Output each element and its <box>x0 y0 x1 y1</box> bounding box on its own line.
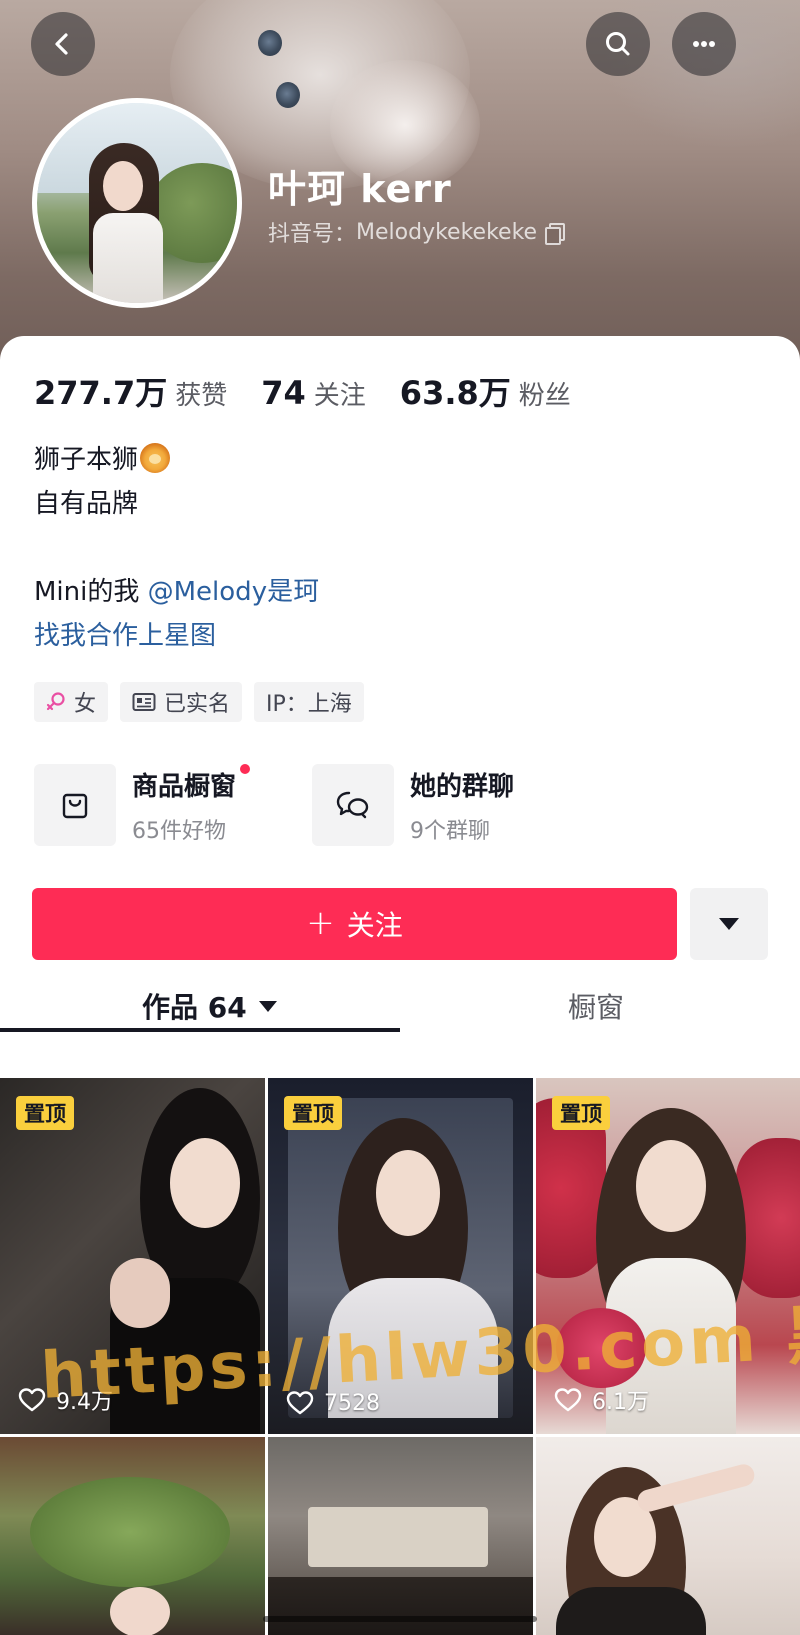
entries-row: 商品橱窗 65件好物 她的群聊 9个群聊 <box>34 763 774 846</box>
pinned-badge: 置顶 <box>552 1096 610 1130</box>
thumb-face <box>376 1150 440 1236</box>
stat-label: 粉丝 <box>518 381 571 411</box>
thumb-arm <box>635 1461 757 1515</box>
group-chat-text: 她的群聊 9个群聊 <box>410 766 514 845</box>
profile-handle[interactable]: 抖音号： Melodykekekeke <box>268 216 566 248</box>
follow-button[interactable]: + 关注 <box>32 888 677 960</box>
shop-window-entry[interactable]: 商品橱窗 65件好物 <box>34 763 251 846</box>
profile-tags: 女 已实名 IP：上海 <box>34 682 364 722</box>
thumb-face <box>170 1138 240 1228</box>
group-chat-subtitle: 9个群聊 <box>410 818 490 844</box>
tab-showcase[interactable]: 橱窗 <box>568 976 624 1036</box>
tag-gender: 女 <box>34 682 109 722</box>
back-button[interactable] <box>31 12 95 76</box>
shop-window-subtitle: 65件好物 <box>132 818 226 844</box>
notification-dot <box>240 763 251 774</box>
home-indicator <box>263 1616 537 1622</box>
video-thumbnail[interactable] <box>268 1437 533 1635</box>
caret-down-icon <box>719 918 739 930</box>
stat-likes: 277.7万 获赞 <box>34 368 227 414</box>
tab-works-label: 作品 64 <box>142 991 247 1024</box>
tag-label: IP：上海 <box>266 692 352 717</box>
chat-bubbles-icon <box>336 791 369 819</box>
cat-eye-right <box>276 82 300 108</box>
group-icon-box <box>312 764 394 846</box>
search-icon <box>606 32 630 56</box>
stat-value: 63.8万 <box>399 374 511 412</box>
shop-window-text: 商品橱窗 65件好物 <box>132 763 251 845</box>
thumb-roses-right <box>736 1138 800 1298</box>
tag-ip: IP：上海 <box>254 682 364 722</box>
more-actions-dropdown[interactable] <box>690 888 768 960</box>
copy-icon[interactable] <box>545 223 566 245</box>
video-thumbnail[interactable] <box>0 1437 265 1635</box>
thumb-crowd <box>268 1577 533 1635</box>
thumb-face <box>110 1587 170 1635</box>
thumb-dress <box>556 1587 706 1635</box>
follow-label: 关注 <box>346 909 403 942</box>
id-card-icon <box>132 693 156 711</box>
shop-window-title: 商品橱窗 <box>132 763 251 803</box>
avatar-dress <box>93 213 163 303</box>
pinned-badge: 置顶 <box>284 1096 342 1130</box>
thumb-foliage <box>30 1477 230 1587</box>
tab-showcase-label: 橱窗 <box>568 991 625 1024</box>
more-dots-icon <box>693 41 715 47</box>
back-arrow-icon <box>55 33 68 55</box>
female-icon <box>46 692 65 711</box>
pinned-badge: 置顶 <box>16 1096 74 1130</box>
like-value: 6.1万 <box>592 1390 649 1415</box>
caret-down-icon <box>258 1000 277 1012</box>
stat-following[interactable]: 74 关注 <box>261 374 366 412</box>
thumb-storefront <box>308 1507 488 1567</box>
bio-line: 狮子本狮 <box>34 438 319 482</box>
video-thumbnail[interactable] <box>536 1437 800 1635</box>
tag-verified: 已实名 <box>120 682 243 722</box>
bio-text: Mini的我 <box>34 577 148 607</box>
tag-label: 已实名 <box>164 692 231 717</box>
active-tab-indicator <box>0 1028 400 1032</box>
bio-text: 狮子本狮 <box>34 445 139 475</box>
plus-icon: + <box>306 903 335 943</box>
shop-window-label: 商品橱窗 <box>132 771 237 802</box>
bio: 狮子本狮 自有品牌 Mini的我 @Melody是珂 找我合作上星图 <box>34 438 319 658</box>
avatar-face <box>103 161 143 211</box>
stat-label: 获赞 <box>175 381 228 411</box>
avatar[interactable] <box>32 98 242 308</box>
tab-works[interactable]: 作品 64 <box>142 976 277 1036</box>
bio-line: Mini的我 @Melody是珂 <box>34 570 319 614</box>
stats-row: 277.7万 获赞 74 关注 63.8万 粉丝 <box>34 368 605 414</box>
shopping-bag-icon <box>62 793 88 819</box>
stat-value: 277.7万 <box>34 374 168 412</box>
lion-emoji-icon <box>140 443 171 473</box>
thumb-face <box>636 1140 706 1232</box>
profile-name: 叶珂 kerr <box>268 167 452 211</box>
cat-eye-left <box>258 30 282 56</box>
content-tabs: 作品 64 橱窗 <box>0 976 800 1036</box>
shop-icon-box <box>34 764 116 846</box>
bio-line: 自有品牌 <box>34 489 139 519</box>
bio-spacer <box>34 526 319 570</box>
group-chat-title: 她的群聊 <box>410 771 515 802</box>
stat-followers[interactable]: 63.8万 粉丝 <box>400 368 571 414</box>
group-chat-entry[interactable]: 她的群聊 9个群聊 <box>312 764 514 846</box>
handle-value: Melodykekekeke <box>356 219 538 245</box>
star-map-link[interactable]: 找我合作上星图 <box>34 614 319 658</box>
stat-label: 关注 <box>313 381 366 411</box>
stat-value: 74 <box>261 374 306 412</box>
mention-link[interactable]: @Melody是珂 <box>148 577 319 607</box>
handle-label: 抖音号： <box>268 222 357 247</box>
more-options-button[interactable] <box>672 12 736 76</box>
heart-icon <box>554 1388 582 1412</box>
search-button[interactable] <box>586 12 650 76</box>
tag-label: 女 <box>74 692 97 717</box>
